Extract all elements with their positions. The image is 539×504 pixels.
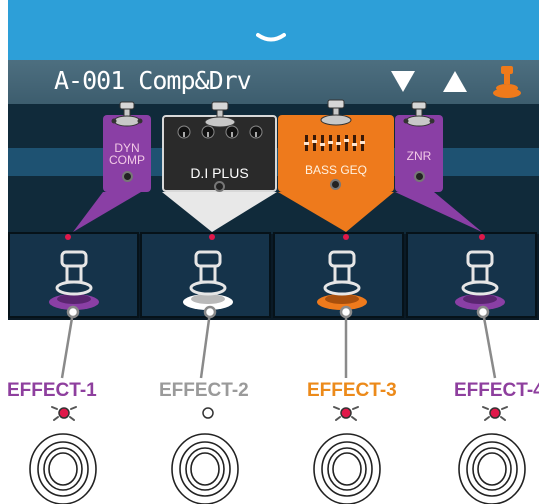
hardware-led-3-on	[333, 406, 359, 421]
hardware-led-2-off	[202, 407, 214, 419]
hardware-footswitch-1[interactable]	[28, 426, 98, 504]
hardware-led-1-on	[51, 406, 77, 421]
hardware-footswitch-4[interactable]	[457, 426, 527, 504]
hardware-footswitch-2[interactable]	[170, 426, 240, 504]
hardware-led-4-on	[482, 406, 508, 421]
hardware-footswitch-3[interactable]	[312, 426, 382, 504]
